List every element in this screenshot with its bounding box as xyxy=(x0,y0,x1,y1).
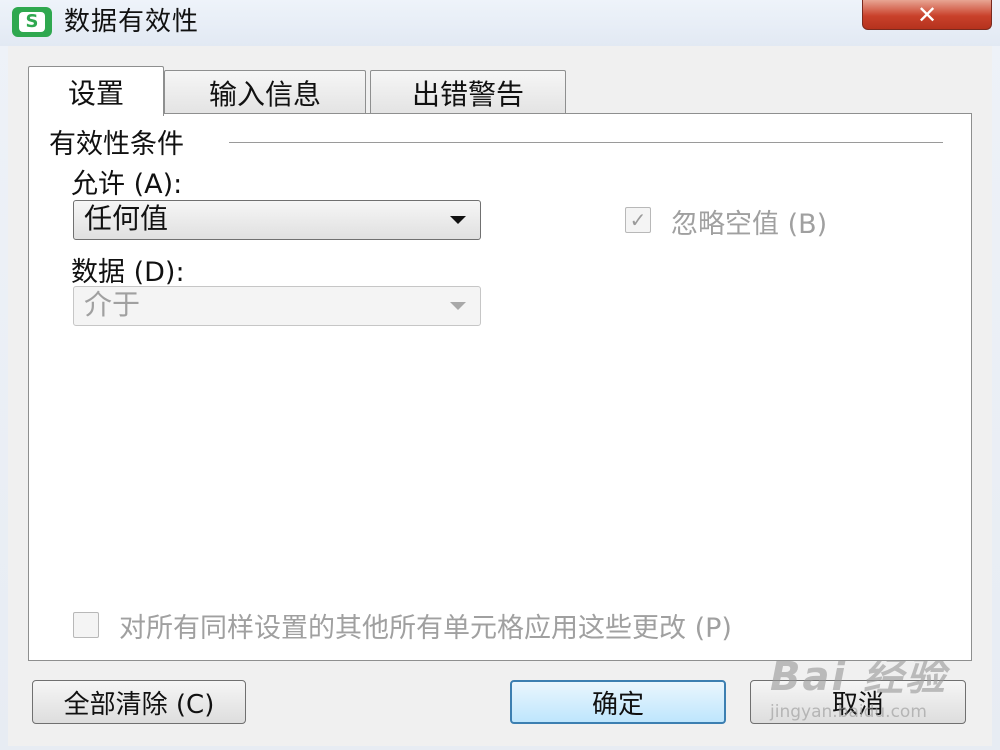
close-button[interactable]: ✕ xyxy=(862,0,992,30)
tab-error-alert[interactable]: 出错警告 xyxy=(370,70,566,114)
title-bar[interactable]: S 数据有效性 ✕ xyxy=(0,0,1000,46)
wps-spreadsheet-icon: S xyxy=(12,7,52,37)
chevron-down-icon xyxy=(450,216,466,224)
allow-select[interactable]: 任何值 xyxy=(73,200,481,240)
clear-all-button[interactable]: 全部清除 (C) xyxy=(32,680,246,724)
close-icon: ✕ xyxy=(916,0,938,29)
apply-to-all-checkbox[interactable] xyxy=(73,612,99,638)
validation-criteria-group-title: 有效性条件 xyxy=(49,122,192,161)
chevron-down-icon xyxy=(450,302,466,310)
data-label: 数据 (D): xyxy=(71,257,185,288)
app-icon-letter: S xyxy=(19,12,45,32)
settings-panel: 有效性条件 允许 (A): 任何值 ✓ 忽略空值 (B) 数据 (D): 介于 … xyxy=(28,113,972,661)
apply-to-all-label: 对所有同样设置的其他所有单元格应用这些更改 (P) xyxy=(119,613,732,644)
tab-input-message[interactable]: 输入信息 xyxy=(164,70,366,114)
dialog-window: S 数据有效性 ✕ 设置 输入信息 出错警告 有效性条件 允许 (A): 任何值… xyxy=(0,0,1000,750)
dialog-title: 数据有效性 xyxy=(64,7,200,37)
ignore-blank-label: 忽略空值 (B) xyxy=(671,209,828,240)
allow-label: 允许 (A): xyxy=(71,169,183,200)
data-selected-value: 介于 xyxy=(84,288,141,321)
checkmark-icon: ✓ xyxy=(629,208,647,232)
ok-button[interactable]: 确定 xyxy=(510,680,726,724)
allow-selected-value: 任何值 xyxy=(84,202,169,235)
watermark-url: jingyan.baidu.com xyxy=(770,702,927,722)
dialog-client-area: 设置 输入信息 出错警告 有效性条件 允许 (A): 任何值 ✓ 忽略空值 (B… xyxy=(8,46,992,746)
ignore-blank-checkbox[interactable]: ✓ xyxy=(625,207,651,233)
tab-settings[interactable]: 设置 xyxy=(28,66,164,116)
group-divider xyxy=(229,142,943,143)
data-select[interactable]: 介于 xyxy=(73,286,481,326)
